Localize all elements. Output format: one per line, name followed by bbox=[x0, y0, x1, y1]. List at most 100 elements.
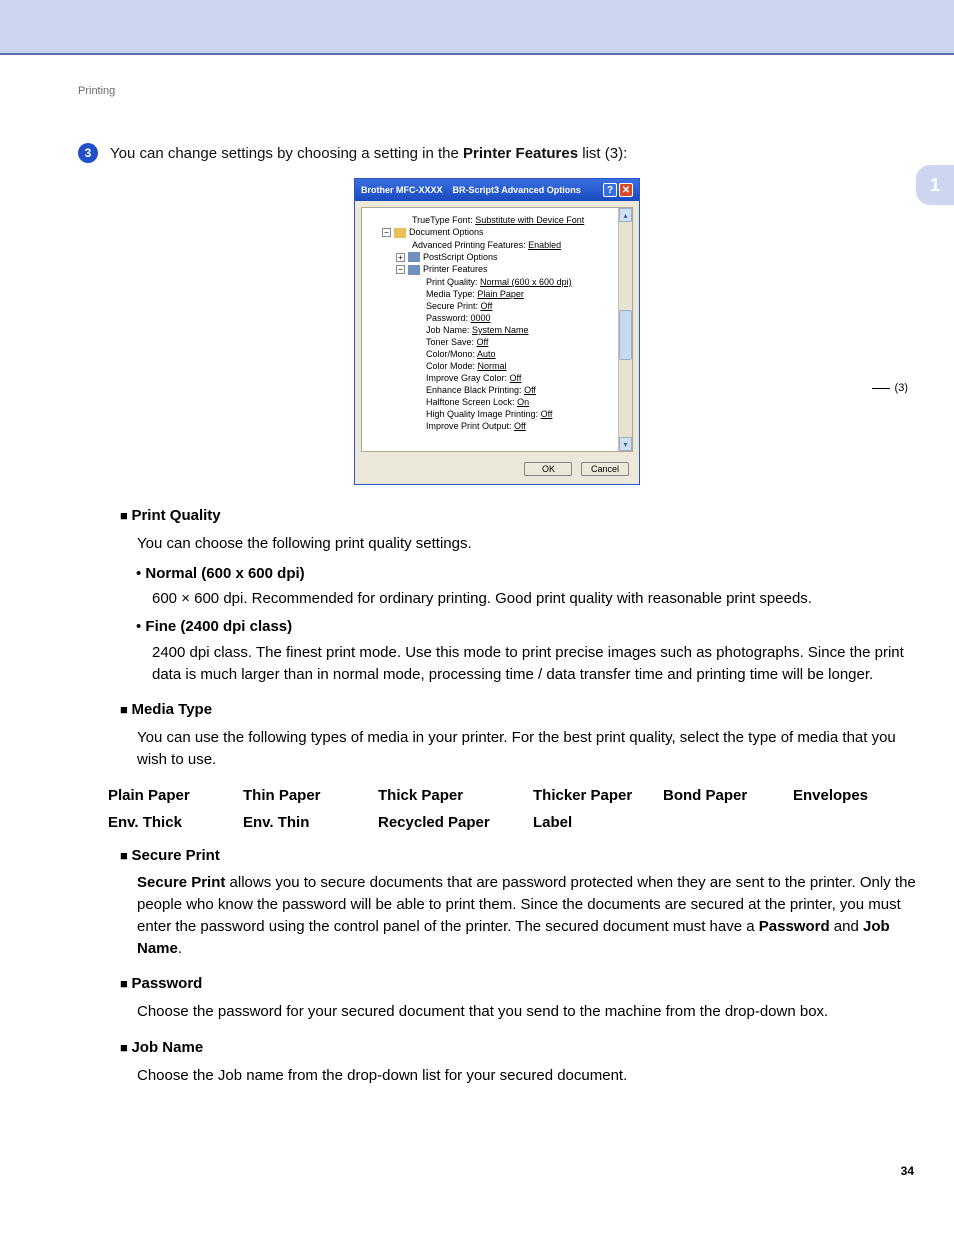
feature-item-value: Off bbox=[481, 301, 493, 311]
media-cell: Plain Paper bbox=[108, 787, 243, 804]
tree-feature-item[interactable]: Job Name: System Name bbox=[366, 324, 628, 336]
tree-feature-item[interactable]: Color/Mono: Auto bbox=[366, 348, 628, 360]
postscript-label: PostScript Options bbox=[423, 252, 498, 262]
secure-print-head: Secure Print bbox=[120, 845, 916, 867]
ok-button[interactable]: OK bbox=[524, 462, 572, 476]
feature-item-label: Enhance Black Printing: bbox=[426, 385, 524, 395]
pq-fine-desc: 2400 dpi class. The finest print mode. U… bbox=[152, 642, 916, 686]
scroll-thumb[interactable] bbox=[619, 310, 632, 360]
step-row: 3 You can change settings by choosing a … bbox=[78, 143, 916, 164]
feature-item-label: Toner Save: bbox=[426, 337, 477, 347]
truetype-label: TrueType Font: bbox=[412, 215, 473, 225]
media-cell: Thicker Paper bbox=[533, 787, 663, 804]
feature-item-label: Halftone Screen Lock: bbox=[426, 397, 517, 407]
job-name-desc: Choose the Job name from the drop-down l… bbox=[137, 1065, 916, 1087]
callout-label: (3) bbox=[895, 382, 908, 394]
media-type-desc: You can use the following types of media… bbox=[137, 727, 916, 771]
pf-icon bbox=[408, 265, 420, 275]
media-cell: Thin Paper bbox=[243, 787, 378, 804]
feature-item-value: Off bbox=[541, 409, 553, 419]
media-cell: Env. Thick bbox=[108, 814, 243, 831]
dialog-title-left: Brother MFC-XXXX bbox=[361, 185, 443, 195]
feature-item-label: Secure Print: bbox=[426, 301, 481, 311]
printer-features-label: Printer Features bbox=[423, 264, 488, 274]
dialog-footer: OK Cancel bbox=[355, 458, 639, 484]
chapter-tab: 1 bbox=[916, 165, 954, 205]
print-quality-desc: You can choose the following print quali… bbox=[137, 533, 916, 555]
tree-feature-item[interactable]: Print Quality: Normal (600 x 600 dpi) bbox=[366, 276, 628, 288]
collapse-icon[interactable]: − bbox=[396, 265, 405, 274]
print-quality-head: Print Quality bbox=[120, 505, 916, 527]
scrollbar[interactable]: ▴ ▾ bbox=[618, 208, 632, 451]
sp-bold2: Password bbox=[759, 918, 830, 935]
feature-item-value: Normal (600 x 600 dpi) bbox=[480, 277, 572, 287]
tree-postscript[interactable]: + PostScript Options bbox=[366, 251, 628, 264]
media-type-head: Media Type bbox=[120, 699, 916, 721]
collapse-icon[interactable]: − bbox=[382, 228, 391, 237]
scroll-down-arrow[interactable]: ▾ bbox=[619, 437, 632, 451]
tree-feature-item[interactable]: Improve Gray Color: Off bbox=[366, 372, 628, 384]
tree-feature-item[interactable]: Secure Print: Off bbox=[366, 300, 628, 312]
tree-feature-item[interactable]: Improve Print Output: Off bbox=[366, 420, 628, 432]
tree-printer-features[interactable]: − Printer Features bbox=[366, 263, 628, 276]
job-name-head: Job Name bbox=[120, 1037, 916, 1059]
step-number-badge: 3 bbox=[78, 143, 98, 163]
tree-feature-item[interactable]: Color Mode: Normal bbox=[366, 360, 628, 372]
step-text-post: list (3): bbox=[578, 145, 627, 162]
tree-feature-item[interactable]: Media Type: Plain Paper bbox=[366, 288, 628, 300]
ps-icon bbox=[408, 252, 420, 262]
feature-print-quality: Print Quality You can choose the followi… bbox=[120, 505, 916, 685]
tree-feature-item[interactable]: Enhance Black Printing: Off bbox=[366, 384, 628, 396]
tree-doc-options[interactable]: − Document Options bbox=[366, 226, 628, 239]
feature-item-value: Plain Paper bbox=[477, 289, 524, 299]
tree-feature-item[interactable]: Toner Save: Off bbox=[366, 336, 628, 348]
feature-item-value: Off bbox=[524, 385, 536, 395]
help-button[interactable]: ? bbox=[603, 183, 617, 197]
advanced-options-dialog: Brother MFC-XXXX BR-Script3 Advanced Opt… bbox=[354, 178, 640, 485]
adv-printing-value: Enabled bbox=[528, 240, 561, 250]
pq-normal: Normal (600 x 600 dpi) 600 × 600 dpi. Re… bbox=[138, 563, 916, 611]
sp-end: . bbox=[178, 940, 182, 957]
feature-item-value: Normal bbox=[478, 361, 507, 371]
media-row-2: Env. Thick Env. Thin Recycled Paper Labe… bbox=[108, 814, 916, 831]
page-content: Printing 3 You can change settings by ch… bbox=[0, 55, 954, 1124]
media-cell: Env. Thin bbox=[243, 814, 378, 831]
tree-truetype[interactable]: TrueType Font: Substitute with Device Fo… bbox=[366, 214, 628, 226]
tree-feature-item[interactable]: High Quality Image Printing: Off bbox=[366, 408, 628, 420]
tree-feature-item[interactable]: Password: 0000 bbox=[366, 312, 628, 324]
top-header-band bbox=[0, 0, 954, 55]
feature-secure-print: Secure Print Secure Print allows you to … bbox=[120, 845, 916, 960]
media-cell: Envelopes bbox=[793, 787, 903, 804]
feature-item-value: On bbox=[517, 397, 529, 407]
secure-print-desc: Secure Print allows you to secure docume… bbox=[137, 872, 916, 959]
breadcrumb: Printing bbox=[78, 85, 916, 97]
password-desc: Choose the password for your secured doc… bbox=[137, 1001, 916, 1023]
expand-icon[interactable]: + bbox=[396, 253, 405, 262]
dialog-screenshot-wrap: Brother MFC-XXXX BR-Script3 Advanced Opt… bbox=[78, 178, 916, 485]
tree-adv-printing[interactable]: Advanced Printing Features: Enabled bbox=[366, 239, 628, 251]
page-number: 34 bbox=[0, 1124, 954, 1198]
scroll-up-arrow[interactable]: ▴ bbox=[619, 208, 632, 222]
tree-feature-item[interactable]: Halftone Screen Lock: On bbox=[366, 396, 628, 408]
media-type-grid: Plain Paper Thin Paper Thick Paper Thick… bbox=[108, 787, 916, 831]
pq-normal-head: Normal (600 x 600 dpi) bbox=[138, 563, 916, 585]
doc-options-label: Document Options bbox=[409, 227, 484, 237]
feature-item-value: 0000 bbox=[471, 313, 491, 323]
step-text-pre: You can change settings by choosing a se… bbox=[110, 145, 463, 162]
feature-item-value: Auto bbox=[477, 349, 496, 359]
media-cell: Recycled Paper bbox=[378, 814, 533, 831]
dialog-titlebar: Brother MFC-XXXX BR-Script3 Advanced Opt… bbox=[355, 179, 639, 201]
feature-item-label: Color/Mono: bbox=[426, 349, 477, 359]
feature-item-label: Color Mode: bbox=[426, 361, 478, 371]
feature-item-value: Off bbox=[477, 337, 489, 347]
pq-normal-desc: 600 × 600 dpi. Recommended for ordinary … bbox=[152, 588, 916, 610]
feature-item-value: System Name bbox=[472, 325, 529, 335]
password-head: Password bbox=[120, 973, 916, 995]
close-button[interactable]: ✕ bbox=[619, 183, 633, 197]
feature-item-value: Off bbox=[514, 421, 526, 431]
feature-item-label: High Quality Image Printing: bbox=[426, 409, 541, 419]
feature-item-label: Job Name: bbox=[426, 325, 472, 335]
adv-printing-label: Advanced Printing Features: bbox=[412, 240, 526, 250]
callout-line bbox=[872, 388, 890, 389]
cancel-button[interactable]: Cancel bbox=[581, 462, 629, 476]
